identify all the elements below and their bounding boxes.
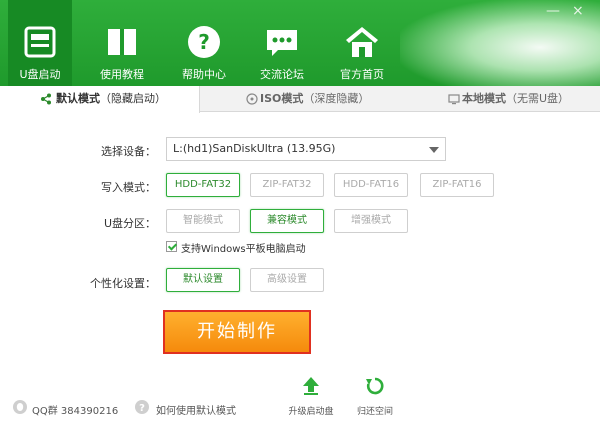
partition-option-enhanced[interactable]: 增强模式 xyxy=(334,209,408,233)
personal-option-default[interactable]: 默认设置 xyxy=(166,268,240,292)
tab-iso-mode[interactable]: ISO模式（深度隐藏） xyxy=(242,86,422,112)
personal-option-advanced[interactable]: 高级设置 xyxy=(250,268,324,292)
tab-label: 默认模式 xyxy=(56,92,100,105)
disc-icon xyxy=(246,93,258,105)
partition-label: U盘分区： xyxy=(103,217,156,230)
tab-sublabel: （无需U盘） xyxy=(506,92,570,105)
chevron-down-icon xyxy=(429,147,439,153)
tablet-boot-label: 支持Windows平板电脑启动 xyxy=(181,244,306,255)
nav-label: U盘启动 xyxy=(19,68,61,81)
restore-icon xyxy=(366,377,384,395)
nav-label: 官方首页 xyxy=(340,68,384,81)
nav-label: 交流论坛 xyxy=(260,68,304,81)
svg-text:?: ? xyxy=(198,30,210,54)
partition-option-smart[interactable]: 智能模式 xyxy=(166,209,240,233)
partition-option-compatible[interactable]: 兼容模式 xyxy=(250,209,324,233)
tab-local-mode[interactable]: 本地模式（无需U盘） xyxy=(444,86,600,112)
tab-default-mode[interactable]: 默认模式（隐藏启动） xyxy=(0,86,200,113)
qq-icon xyxy=(13,400,27,414)
minimize-button[interactable]: — xyxy=(546,4,560,18)
qq-group-text: QQ群 384390216 xyxy=(32,406,119,417)
personalization-label: 个性化设置： xyxy=(90,277,156,290)
tab-sublabel: （深度隐藏） xyxy=(303,92,370,105)
upgrade-label: 升级启动盘 xyxy=(288,407,334,417)
nav-label: 使用教程 xyxy=(100,68,144,81)
tab-label: ISO模式 xyxy=(260,92,304,105)
nav-tutorial[interactable]: 使用教程 xyxy=(90,0,154,86)
help-default-mode-link[interactable]: 如何使用默认模式 xyxy=(156,402,236,417)
header-glow xyxy=(400,0,600,86)
usb-drive-icon xyxy=(24,26,56,58)
monitor-icon xyxy=(448,94,460,105)
nav-official-home[interactable]: 官方首页 xyxy=(330,0,394,86)
write-mode-label: 写入模式： xyxy=(101,181,156,194)
close-button[interactable]: × xyxy=(572,4,584,18)
nav-label: 帮助中心 xyxy=(182,68,226,81)
tab-sublabel: （隐藏启动） xyxy=(100,92,166,105)
restore-label: 归还空间 xyxy=(356,407,393,417)
start-create-button[interactable]: 开始制作 xyxy=(163,310,311,354)
write-option-hdd-fat16[interactable]: HDD-FAT16 xyxy=(334,173,408,197)
mode-tabs: 默认模式（隐藏启动） ISO模式（深度隐藏） 本地模式（无需U盘） xyxy=(0,86,600,113)
book-icon xyxy=(108,29,136,55)
nav-usb-boot[interactable]: U盘启动 xyxy=(8,0,72,86)
help-icon: ? xyxy=(188,26,220,58)
chat-icon xyxy=(267,30,297,56)
device-dropdown[interactable]: L:(hd1)SanDiskUltra (13.95G) xyxy=(166,137,446,161)
write-option-hdd-fat32[interactable]: HDD-FAT32 xyxy=(166,173,240,197)
tablet-boot-checkbox[interactable] xyxy=(166,241,177,252)
svg-text:?: ? xyxy=(139,403,145,414)
share-icon xyxy=(41,93,51,105)
nav-forum[interactable]: 交流论坛 xyxy=(250,0,314,86)
nav-help-center[interactable]: ? 帮助中心 xyxy=(172,0,236,86)
top-navigation-bar: U盘启动 使用教程 ? 帮助中心 交流论坛 官方首页 — × xyxy=(0,0,600,86)
device-value: L:(hd1)SanDiskUltra (13.95G) xyxy=(173,142,336,155)
question-icon: ? xyxy=(135,400,149,414)
device-label: 选择设备： xyxy=(101,145,156,158)
home-icon xyxy=(346,27,378,57)
write-option-zip-fat32[interactable]: ZIP-FAT32 xyxy=(250,173,324,197)
write-option-zip-fat16[interactable]: ZIP-FAT16 xyxy=(420,173,494,197)
tab-label: 本地模式 xyxy=(462,92,506,105)
upload-arrow-icon xyxy=(303,377,319,395)
